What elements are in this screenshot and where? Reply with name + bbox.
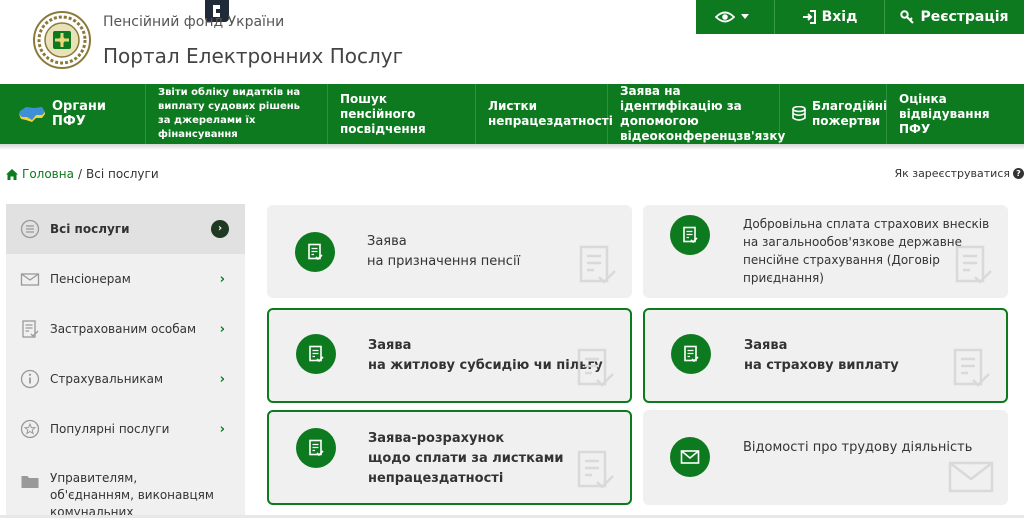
nav-item-pension-id-search[interactable]: Пошук пенсійного посвідчення	[328, 84, 476, 144]
card-text: Заява на призначення пенсії	[367, 234, 521, 269]
sidebar-item-employers[interactable]: Страхувальникам ›	[6, 354, 245, 404]
document-check-icon	[22, 320, 39, 338]
org-name: Пенсійний фонд України	[103, 14, 285, 30]
breadcrumb-home[interactable]: Головна	[6, 167, 74, 181]
chevron-right-icon: ›	[211, 220, 229, 238]
sidebar-item-label: Управителям, об'єднанням, виконавцям ком…	[50, 471, 214, 518]
card-text: Заява на житлову субсидію чи пільгу	[368, 338, 603, 373]
nav-label: Звіти обліку видатків на виплату судових…	[158, 87, 301, 140]
nav-shadow	[0, 144, 1024, 150]
sign-in-icon	[802, 10, 816, 24]
home-icon	[6, 168, 18, 180]
service-card-housing-subsidy[interactable]: Заява на житлову субсидію чи пільгу	[267, 308, 632, 403]
document-check-icon	[670, 215, 710, 255]
nav-label: Органи ПФУ	[52, 99, 107, 129]
nav-item-charity[interactable]: Благодійні пожертви	[780, 84, 887, 144]
service-card-work-history[interactable]: Відомості про трудову діяльність	[643, 410, 1008, 505]
top-actions: Вхід Реєстрація	[696, 0, 1024, 34]
sidebar-item-insured[interactable]: Застрахованим особам ›	[6, 304, 245, 354]
how-to-register-label: Як зареєструватися	[894, 167, 1010, 180]
question-icon: ?	[1013, 168, 1024, 179]
coins-icon	[792, 106, 806, 121]
register-label: Реєстрація	[920, 9, 1009, 25]
card-text: Заява-розрахунок щодо сплати за листками…	[368, 431, 564, 486]
service-card-insurance-payment[interactable]: Заява на страхову виплату	[643, 308, 1008, 403]
breadcrumb-current: Всі послуги	[86, 167, 159, 181]
card-text: Відомості про трудову діяльність	[743, 440, 973, 455]
document-check-icon	[296, 428, 336, 468]
sidebar-item-label: Пенсіонерам	[50, 271, 131, 286]
nav-item-pfu-bodies[interactable]: Органи ПФУ	[0, 84, 146, 144]
nav-item-video-identification[interactable]: Заява на ідентифікацію за допомогою віде…	[608, 84, 785, 144]
chevron-right-icon: ›	[219, 321, 225, 337]
sidebar-item-label: Популярні послуги	[50, 421, 170, 436]
nav-label: Листки непрацездатності	[488, 99, 613, 128]
document-check-icon	[296, 334, 336, 374]
visually-impaired-button[interactable]	[696, 0, 774, 34]
register-button[interactable]: Реєстрація	[884, 0, 1024, 34]
document-check-icon	[955, 245, 992, 284]
pfu-logo[interactable]	[32, 10, 92, 70]
nav-item-court-reports[interactable]: Звіти обліку видатків на виплату судових…	[146, 84, 328, 144]
sidebar-item-popular[interactable]: Популярні послуги ›	[6, 404, 245, 454]
nav-item-sick-leave[interactable]: Листки непрацездатності	[476, 84, 613, 144]
login-label: Вхід	[821, 9, 858, 25]
key-icon	[900, 10, 915, 24]
card-text: Добровільна сплата страхових внесків на …	[743, 217, 990, 285]
caret-down-icon	[741, 14, 749, 19]
envelope-icon	[948, 461, 994, 493]
nav-label: Благодійні пожертви	[812, 99, 888, 128]
document-check-icon	[295, 232, 335, 272]
ukraine-map-icon	[19, 107, 45, 122]
sidebar-item-label: Всі послуги	[50, 221, 130, 236]
sidebar-item-pensioners[interactable]: Пенсіонерам ›	[6, 254, 245, 304]
service-card-sick-leave-calculation[interactable]: Заява-розрахунок щодо сплати за листками…	[267, 410, 632, 505]
star-icon	[20, 419, 40, 439]
header: Пенсійний фонд України Портал Електронни…	[0, 0, 1024, 84]
info-icon	[20, 369, 40, 389]
breadcrumb-home-label: Головна	[22, 167, 74, 181]
document-check-icon	[577, 348, 614, 387]
nav-label: Заява на ідентифікацію за допомогою віде…	[620, 84, 786, 143]
login-button[interactable]: Вхід	[774, 0, 884, 34]
main-nav: Органи ПФУ Звіти обліку видатків на випл…	[0, 84, 1024, 144]
eye-icon	[715, 11, 735, 23]
document-check-icon	[953, 348, 990, 387]
sidebar: Всі послуги › Пенсіонерам › Застраховани…	[6, 204, 245, 518]
portal-title[interactable]: Портал Електронних Послуг	[103, 44, 403, 68]
breadcrumb: Головна / Всі послуги	[6, 167, 159, 181]
document-check-icon	[579, 245, 616, 284]
service-card-voluntary-contributions[interactable]: Добровільна сплата страхових внесків на …	[643, 205, 1008, 298]
list-circle-icon	[20, 219, 40, 239]
document-check-icon	[577, 450, 614, 489]
breadcrumb-separator: /	[77, 167, 82, 181]
chevron-right-icon: ›	[219, 271, 225, 287]
chevron-right-icon: ›	[219, 421, 225, 437]
envelope-icon	[670, 437, 710, 477]
service-card-pension-application[interactable]: Заява на призначення пенсії	[267, 205, 632, 298]
nav-label: Оцінка відвідування ПФУ	[899, 91, 990, 136]
folder-icon	[21, 476, 39, 488]
sidebar-item-managers[interactable]: Управителям, об'єднанням, виконавцям ком…	[6, 460, 245, 518]
sidebar-item-all-services[interactable]: Всі послуги ›	[6, 204, 245, 254]
chevron-right-icon: ›	[219, 371, 225, 387]
how-to-register-link[interactable]: Як зареєструватися ?	[894, 167, 1024, 180]
envelope-icon	[20, 273, 40, 286]
sidebar-item-label: Застрахованим особам	[50, 321, 197, 336]
nav-label: Пошук пенсійного посвідчення	[340, 91, 426, 136]
sidebar-item-label: Страхувальникам	[50, 371, 164, 386]
card-text: Заява на страхову виплату	[744, 338, 899, 373]
document-check-icon	[671, 334, 711, 374]
nav-item-rating[interactable]: Оцінка відвідування ПФУ	[887, 84, 1024, 144]
